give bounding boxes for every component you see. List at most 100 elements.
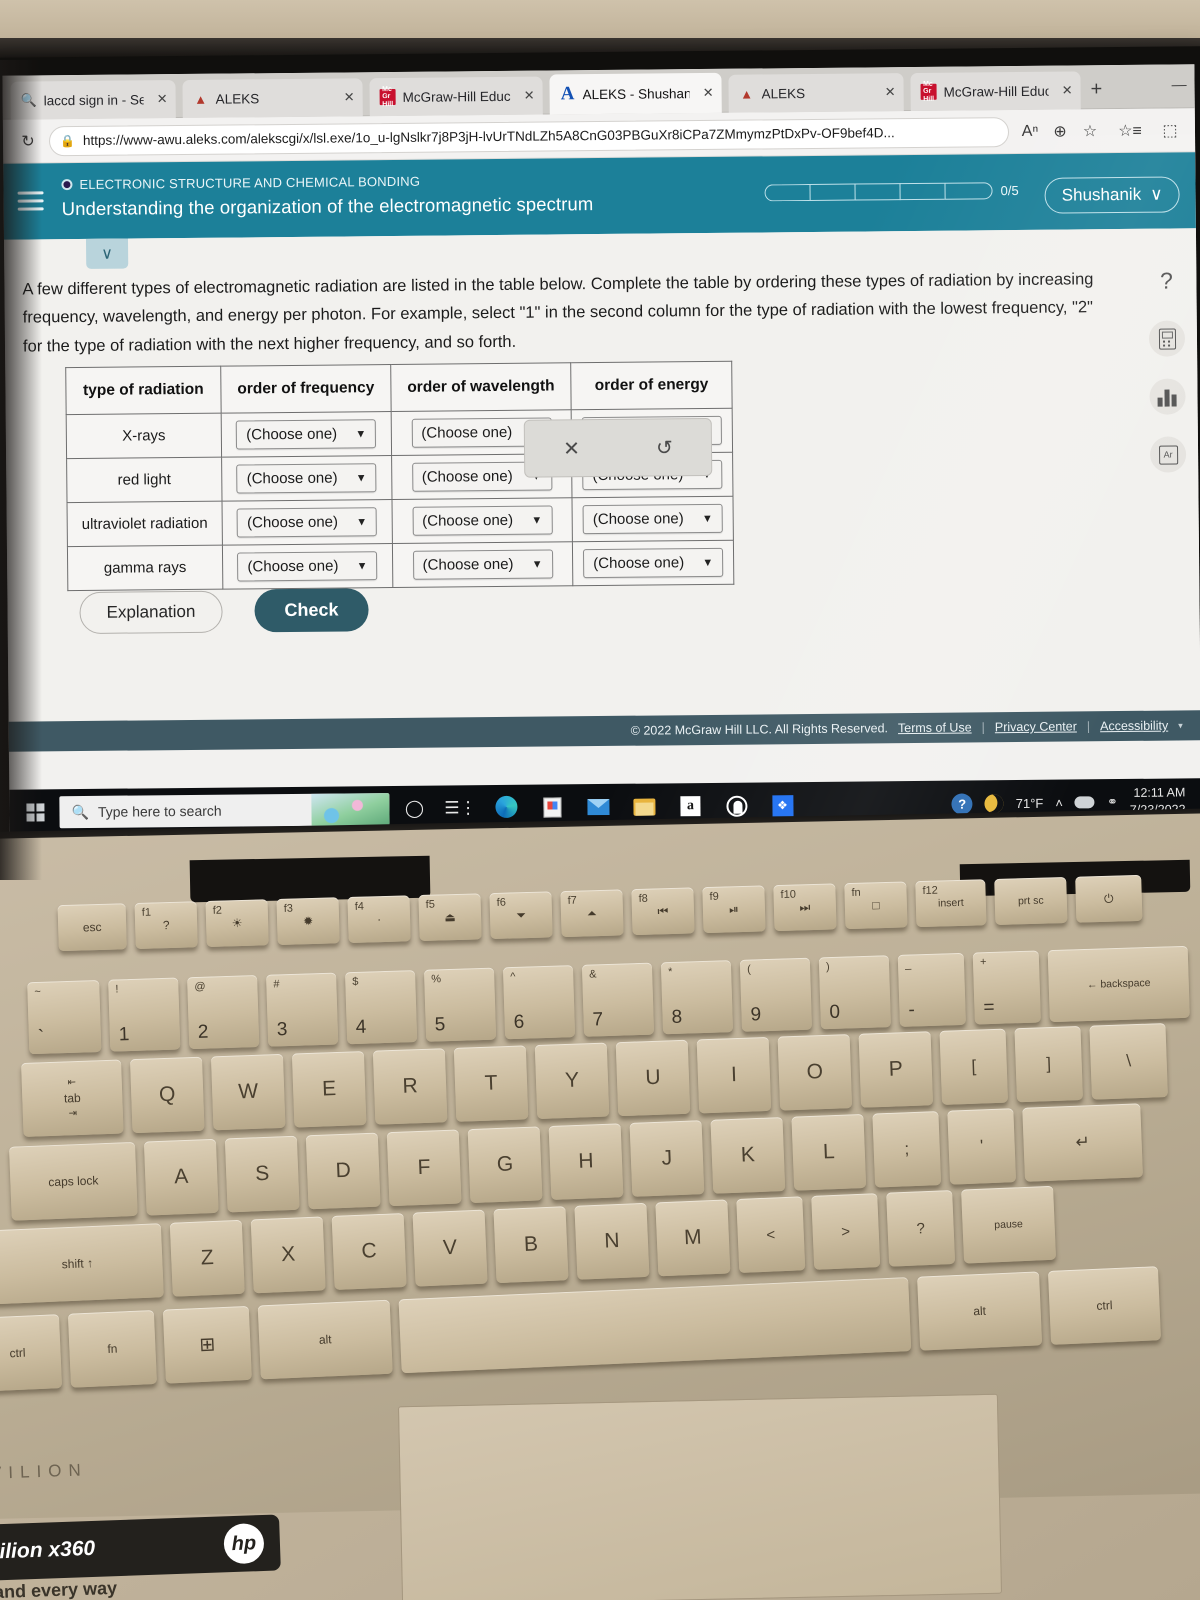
key-tab[interactable]: ⇤ tab ⇥ [21,1059,124,1137]
key-esc[interactable]: esc [57,903,127,952]
new-tab-button[interactable]: + [1090,78,1102,101]
dropdown-wavelength-gamma-rays[interactable]: (Choose one) ▼ [412,549,553,580]
key-8[interactable]: * 8 [660,960,734,1035]
browser-tab-5[interactable]: Mc Gr Hill McGraw-Hill Educa ✕ [910,71,1081,112]
key-g[interactable]: G [467,1126,543,1204]
key-v[interactable]: V [412,1209,488,1287]
chevron-up-icon[interactable]: ˄ [1055,795,1063,810]
key-t[interactable]: T [453,1045,529,1122]
dropdown-frequency-gamma-rays[interactable]: (Choose one) ▼ [237,551,378,582]
privacy-center-link[interactable]: Privacy Center [995,719,1077,734]
browser-tab-4[interactable]: ▲ ALEKS ✕ [728,73,904,113]
key-slash[interactable]: ? [886,1190,956,1267]
zoom-icon[interactable]: ⊕ [1045,116,1075,146]
periodic-table-icon[interactable]: Ar [1149,436,1187,473]
address-bar[interactable]: 🔒 https://www-awu.aleks.com/alekscgi/x/l… [48,116,1010,156]
key-i[interactable]: I [696,1036,772,1114]
key-p[interactable]: P [858,1031,934,1108]
tab-close-icon[interactable]: ✕ [157,91,168,107]
key-prtsc[interactable]: prt sc [994,876,1068,925]
key-f[interactable]: F [386,1129,462,1207]
touchpad[interactable] [397,1393,1003,1600]
calculator-icon[interactable] [1148,320,1186,357]
key-s[interactable]: S [224,1135,300,1213]
key-b[interactable]: B [493,1206,569,1284]
tab-close-icon[interactable]: ✕ [885,84,896,100]
weather-temp[interactable]: 71°F [1016,795,1044,810]
key-enter[interactable]: ↵ [1022,1103,1144,1182]
key-j[interactable]: J [629,1120,705,1197]
key-f6[interactable]: f6 ⏷ [489,891,553,940]
dropdown-frequency-red-light[interactable]: (Choose one) ▼ [236,463,377,494]
reset-button[interactable]: ↺ [656,435,673,460]
weather-moon-icon[interactable] [984,793,1004,813]
key-f7[interactable]: f7 ⏶ [560,889,624,938]
tab-close-icon[interactable]: ✕ [344,89,355,105]
key-n[interactable]: N [574,1202,650,1280]
key-power[interactable]: ⏻ [1075,874,1143,923]
key-y[interactable]: Y [534,1042,610,1120]
dropdown-energy-ultraviolet[interactable]: (Choose one) ▼ [582,503,723,535]
key-l[interactable]: L [791,1113,867,1191]
key-f9[interactable]: f9 ⏯ [702,885,766,934]
key-9[interactable]: (9 [739,957,813,1032]
terms-of-use-link[interactable]: Terms of Use [898,720,972,735]
explanation-button[interactable]: Explanation [79,590,223,634]
tab-close-icon[interactable]: ✕ [703,85,714,101]
key-u[interactable]: U [615,1039,691,1117]
key-insert[interactable]: f12 insert [915,879,987,928]
key-o[interactable]: O [777,1034,853,1111]
key-c[interactable]: C [331,1212,407,1290]
clear-button[interactable]: ✕ [563,436,580,461]
key-f1[interactable]: f1? [134,901,198,949]
user-menu-button[interactable]: Shushanik ∨ [1044,176,1180,214]
key-backslash[interactable]: \ [1089,1023,1168,1100]
key-ctrl-right[interactable]: ctrl [1047,1266,1162,1345]
key-period[interactable]: > [811,1193,881,1270]
dropdown-frequency-ultraviolet[interactable]: (Choose one) ▼ [236,507,378,538]
add-favorite-icon[interactable]: ☆ [1075,116,1105,146]
accessibility-link[interactable]: Accessibility [1100,719,1168,734]
check-button[interactable]: Check [254,588,369,633]
favorites-icon[interactable]: ☆≡ [1115,115,1145,145]
key-h[interactable]: H [548,1123,624,1200]
browser-tab-3-active[interactable]: A ALEKS - Shushanik ✕ [549,72,722,115]
onedrive-icon[interactable] [1074,796,1095,809]
key-alt-right[interactable]: alt [917,1271,1043,1351]
key-4[interactable]: $4 [344,970,418,1045]
key-r[interactable]: R [372,1048,448,1125]
key-f8[interactable]: f8 ⏮ [631,887,695,936]
help-icon[interactable]: ? [1148,262,1184,298]
key-f11[interactable]: fn □ [844,881,908,930]
key-pause[interactable]: pause [961,1185,1057,1264]
key-e[interactable]: E [291,1051,367,1128]
key-backspace[interactable]: ← backspace [1047,945,1190,1023]
key-backtick[interactable]: ~ ` [27,979,102,1055]
key-6[interactable]: ^ 6 [502,965,576,1040]
key-fn[interactable]: fn [67,1310,158,1388]
key-w[interactable]: W [210,1053,286,1131]
key-quote[interactable]: ' [947,1108,1017,1185]
key-shift-left[interactable]: shift ↑ [0,1223,164,1305]
key-bracket-left[interactable]: [ [939,1028,1009,1105]
key-3[interactable]: #3 [266,972,339,1047]
key-q[interactable]: Q [129,1056,205,1134]
help-icon[interactable]: ? [951,792,973,815]
read-aloud-icon[interactable]: Aⁿ [1015,116,1045,146]
key-f4[interactable]: f4 · [347,895,411,944]
dropdown-frequency-xrays[interactable]: (Choose one) ▼ [236,419,377,450]
tab-close-icon[interactable]: ✕ [524,88,535,104]
tab-close-icon[interactable]: ✕ [1062,82,1073,98]
key-d[interactable]: D [305,1132,381,1210]
collapse-toggle-button[interactable]: ∨ [85,238,129,269]
key-caps-lock[interactable]: caps lock [8,1141,138,1221]
dropdown-energy-gamma-rays[interactable]: (Choose one) ▼ [583,547,724,579]
key-2[interactable]: @2 [187,975,260,1050]
key-f5[interactable]: f5 ⏏ [418,893,482,942]
key-ctrl-left[interactable]: ctrl [0,1314,63,1392]
key-k[interactable]: K [710,1117,786,1194]
key-x[interactable]: X [250,1216,326,1294]
dropdown-wavelength-ultraviolet[interactable]: (Choose one) ▼ [412,505,553,536]
key-a[interactable]: A [143,1138,219,1216]
key-5[interactable]: % 5 [423,967,497,1042]
